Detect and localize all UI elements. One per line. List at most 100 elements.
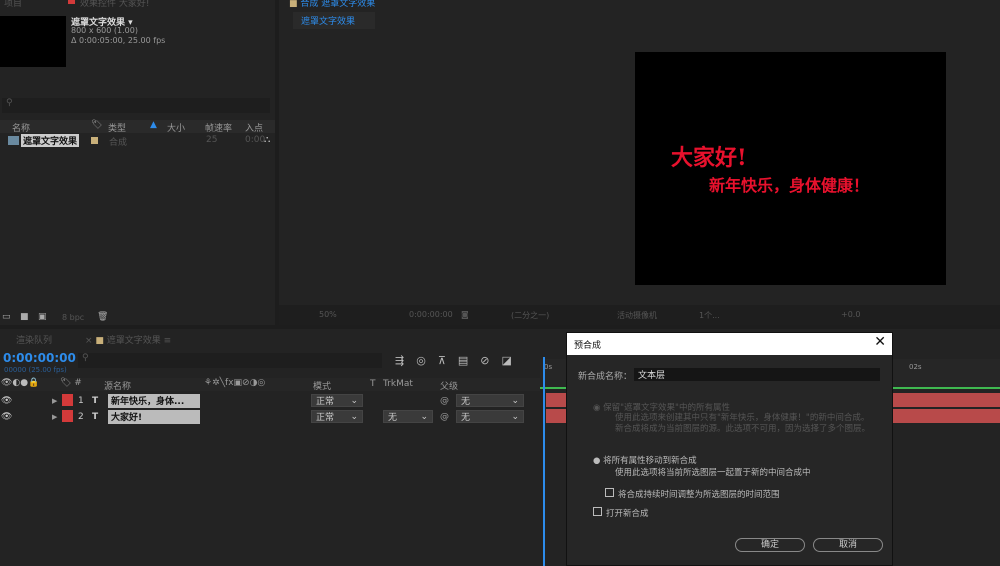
effects-tab-label-color — [68, 0, 75, 4]
layer-name[interactable]: 新年快乐，身体... — [108, 393, 200, 408]
parent-value: 无 — [461, 413, 471, 423]
move-title: ● 将所有属性移动到新合成 — [593, 456, 697, 466]
tab-comp-timeline[interactable]: × ■ 遮罩文字效果 ≡ — [85, 333, 171, 346]
av-switch-icons: 👁◐●🔒 — [1, 378, 40, 388]
ruler-label-0: 0s — [544, 363, 553, 371]
layer-row-1[interactable]: 👁 ▶ 1 T 新年快乐，身体... 正常 ⌄ @ 无 ⌄ — [0, 393, 540, 408]
col-fps[interactable]: 帧速率 — [205, 121, 232, 134]
timeline-search-input[interactable]: ⚲ — [78, 353, 382, 368]
move-desc: 使用此选项将当前所选图层一起置于新的中间合成中 — [615, 468, 811, 478]
timeline-switches: ⇶◎⊼▤⊘◪ — [395, 354, 524, 367]
ruler-label-2: 02s — [909, 363, 922, 371]
text-layer-2[interactable]: 大家好! — [671, 140, 747, 172]
tab-project[interactable]: 项目 — [4, 0, 22, 9]
folder-icon[interactable]: ■ — [20, 312, 29, 322]
item-name: 遮罩文字效果 — [21, 134, 80, 147]
close-icon[interactable]: ✕ — [874, 334, 886, 350]
expand-icon[interactable]: ▶ — [52, 413, 57, 421]
label-color[interactable] — [62, 394, 73, 406]
parent-pickwhip-icon[interactable]: @ — [440, 396, 449, 406]
timecode[interactable]: 0:00:00:00 — [3, 351, 76, 365]
open-text: 打开新合成 — [606, 509, 649, 519]
col-size[interactable]: 大小 — [167, 121, 185, 134]
visibility-icon[interactable]: 👁 — [1, 396, 12, 406]
col-source-name[interactable]: 源名称 — [104, 379, 131, 392]
parent-select[interactable]: 无 ⌄ — [456, 410, 524, 423]
sort-icon: ▲ — [150, 120, 157, 130]
cancel-button[interactable]: 取消 — [813, 538, 883, 552]
viewer-tab[interactable]: ■ 合成 遮罩文字效果 — [289, 0, 375, 9]
resolution-select[interactable]: (二分之一) — [511, 310, 549, 321]
dialog-titlebar: 预合成 ✕ — [567, 333, 892, 355]
camera-select[interactable]: 活动摄像机 — [617, 310, 657, 321]
project-search-input[interactable]: ⚲ — [2, 98, 270, 113]
expand-icon[interactable]: ▶ — [52, 397, 57, 405]
adjust-text: 将合成持续时间调整为所选图层的时间范围 — [618, 490, 780, 500]
open-comp-checkbox[interactable]: 打开新合成 — [593, 507, 649, 519]
mode-select[interactable]: 正常 ⌄ — [311, 410, 363, 423]
text-layer-icon: T — [92, 411, 99, 422]
project-columns: 名称 🏷 类型 ▲ 大小 帧速率 入点 — [0, 120, 275, 134]
visibility-icon[interactable]: 👁 — [1, 412, 12, 422]
project-item[interactable]: 遮罩文字效果 合成 25 0:00 ⛬ — [0, 134, 275, 148]
tag-icon: 🏷 — [91, 120, 103, 130]
interpret-icon[interactable]: ▭ — [2, 312, 11, 322]
new-comp-icon[interactable]: ▣ — [38, 312, 47, 322]
precompose-dialog: 预合成 ✕ 新合成名称： 文本层 ◉ 保留"遮罩文字效果"中的所有属性 使用此选… — [566, 332, 893, 566]
trkmat-select[interactable]: 无 ⌄ — [383, 410, 433, 423]
text-layer-icon: T — [92, 395, 99, 406]
switch-column-icons: ⚘✲╲fx▣⊘◑◎ — [204, 378, 266, 388]
col-type[interactable]: 类型 — [108, 121, 126, 134]
col-parent[interactable]: 父级 — [440, 379, 458, 392]
label-color[interactable] — [62, 410, 73, 422]
camera-icon[interactable]: ◙ — [461, 310, 469, 319]
layer-row-2[interactable]: 👁 ▶ 2 T 大家好! 正常 ⌄ 无 ⌄ @ 无 ⌄ — [0, 409, 540, 424]
layer-name[interactable]: 大家好! — [108, 409, 200, 424]
tab-effect-controls[interactable]: 效果控件 大家好! — [80, 0, 149, 9]
tab-comp-text: 遮罩文字效果 — [106, 336, 161, 346]
project-panel: 项目 效果控件 大家好! 遮罩文字效果 ▾ 800 x 600 (1.00) Δ… — [0, 0, 275, 325]
keep-title-text: 保留"遮罩文字效果"中的所有属性 — [603, 403, 730, 413]
comp-subtab[interactable]: 遮罩文字效果 — [293, 12, 375, 29]
checkbox-icon — [605, 488, 614, 497]
item-label — [91, 137, 98, 144]
new-comp-name-input[interactable]: 文本层 — [634, 368, 880, 381]
col-mode[interactable]: 模式 — [313, 379, 331, 392]
mode-value: 正常 — [316, 397, 335, 407]
viewer-panel: ■ 合成 遮罩文字效果 遮罩文字效果 大家好! 新年快乐，身体健康！ 50% 0… — [279, 0, 1000, 325]
exposure-value[interactable]: +0.0 — [841, 310, 860, 319]
comp-icon — [8, 136, 19, 145]
item-in: 0:00 — [245, 135, 266, 145]
comp-canvas[interactable]: 大家好! 新年快乐，身体健康！ — [635, 52, 946, 285]
playhead[interactable] — [543, 357, 545, 566]
item-fps: 25 — [206, 135, 218, 145]
adjust-duration-checkbox[interactable]: 将合成持续时间调整为所选图层的时间范围 — [605, 488, 780, 500]
col-t: T — [370, 379, 376, 389]
zoom-select[interactable]: 50% — [319, 310, 337, 319]
item-type: 合成 — [109, 138, 128, 148]
col-in[interactable]: 入点 — [245, 121, 263, 134]
layer-number: 2 — [78, 411, 84, 422]
views-select[interactable]: 1个... — [699, 310, 720, 321]
viewer-tab-text: 合成 遮罩文字效果 — [300, 0, 376, 9]
tab-render-queue[interactable]: 渲染队列 — [16, 333, 52, 346]
col-trkmat[interactable]: TrkMat — [383, 379, 413, 389]
bpc-button[interactable]: 8 bpc — [62, 313, 84, 322]
parent-pickwhip-icon[interactable]: @ — [440, 412, 449, 422]
dialog-title: 预合成 — [574, 341, 602, 351]
text-layer-1[interactable]: 新年快乐，身体健康！ — [709, 172, 869, 196]
project-footer: ▭ ■ ▣ 8 bpc 🗑 — [0, 312, 275, 325]
checkbox-icon — [593, 507, 602, 516]
option-keep-attributes[interactable]: ◉ 保留"遮罩文字效果"中的所有属性 使用此选项来创建其中只有"新年快乐，身体健… — [593, 401, 873, 435]
flowchart-icon[interactable]: ⛬ — [264, 135, 270, 145]
ok-button[interactable]: 确定 — [735, 538, 805, 552]
option-move-attributes[interactable]: ● 将所有属性移动到新合成 使用此选项将当前所选图层一起置于新的中间合成中 — [593, 454, 893, 478]
label-column-icon: 🏷 # — [60, 378, 82, 388]
comp-duration: Δ 0:00:05:00, 25.00 fps — [71, 36, 166, 45]
col-name[interactable]: 名称 — [12, 121, 30, 134]
trash-icon[interactable]: 🗑 — [97, 312, 108, 322]
mode-select[interactable]: 正常 ⌄ — [311, 394, 363, 407]
keep-desc: 使用此选项来创建其中只有"新年快乐，身体健康！"的新中间合成。新合成将成为当前图… — [615, 413, 871, 434]
time-display[interactable]: 0:00:00:00 — [409, 310, 453, 319]
parent-select[interactable]: 无 ⌄ — [456, 394, 524, 407]
